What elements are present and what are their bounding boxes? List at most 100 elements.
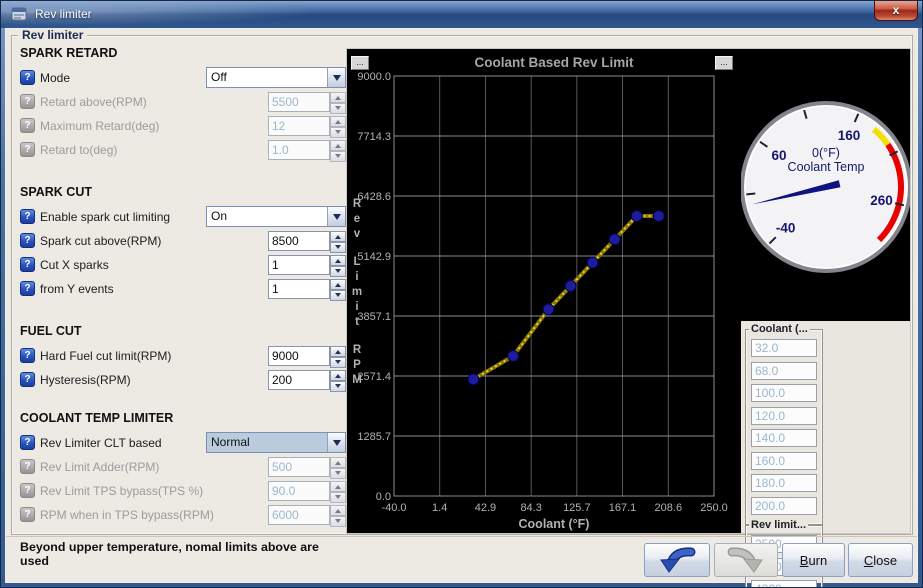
spinner-value[interactable]: 9000: [268, 346, 330, 366]
chart-point[interactable]: [653, 211, 664, 222]
hard-fuel-cut-spinner[interactable]: 9000: [268, 346, 346, 366]
spinner-down[interactable]: [330, 266, 346, 277]
chart-point[interactable]: [609, 234, 620, 245]
row-max-retard: Maximum Retard(deg) 12: [20, 114, 346, 137]
dropdown-arrow-icon[interactable]: [327, 433, 345, 452]
coolant-bin-cell[interactable]: 160.0: [751, 452, 817, 470]
help-icon[interactable]: [20, 70, 35, 85]
chart-point[interactable]: [587, 257, 598, 268]
spinner-down[interactable]: [330, 290, 346, 301]
burn-button[interactable]: Burn: [782, 543, 845, 577]
coolant-bin-cell[interactable]: 200.0: [751, 497, 817, 515]
chart-point[interactable]: [631, 211, 642, 222]
coolant-bin-cell[interactable]: 68.0: [751, 362, 817, 380]
tps-bypass-spinner[interactable]: 90.0: [268, 481, 346, 501]
title-bar[interactable]: Rev limiter x: [1, 1, 922, 28]
coolant-bin-cell[interactable]: 32.0: [751, 339, 817, 357]
from-y-events-spinner[interactable]: 1: [268, 279, 346, 299]
spinner-value[interactable]: 6000: [268, 505, 330, 525]
plot-frame: [394, 76, 714, 496]
spinner-value[interactable]: 200: [268, 370, 330, 390]
spinner-value[interactable]: 90.0: [268, 481, 330, 501]
spinner-up[interactable]: [330, 140, 346, 151]
spinner-down[interactable]: [330, 516, 346, 527]
close-button[interactable]: Close: [848, 543, 913, 577]
x-tick-label: 250.0: [700, 502, 728, 514]
help-icon[interactable]: [20, 233, 35, 248]
help-icon[interactable]: [20, 459, 35, 474]
help-icon[interactable]: [20, 372, 35, 387]
help-icon[interactable]: [20, 118, 35, 133]
spinner-value[interactable]: 5500: [268, 92, 330, 112]
spark-cut-above-spinner[interactable]: 8500: [268, 231, 346, 251]
spinner-down[interactable]: [330, 468, 346, 479]
y-axis-title-letter: v: [354, 228, 361, 240]
spinner-down[interactable]: [330, 492, 346, 503]
help-icon[interactable]: [20, 209, 35, 224]
spinner-up[interactable]: [330, 346, 346, 357]
help-icon[interactable]: [20, 435, 35, 450]
spinner-up[interactable]: [330, 481, 346, 492]
spinner-value[interactable]: 500: [268, 457, 330, 477]
spinner-value[interactable]: 1: [268, 255, 330, 275]
gauge-title: Coolant Temp: [788, 160, 865, 174]
help-icon[interactable]: [20, 142, 35, 157]
spinner-down[interactable]: [330, 103, 346, 114]
spinner-down[interactable]: [330, 381, 346, 392]
chart-point[interactable]: [565, 281, 576, 292]
clt-based-dropdown[interactable]: Normal: [206, 432, 346, 453]
spinner-up[interactable]: [330, 457, 346, 468]
coolant-bin-cell[interactable]: 140.0: [751, 429, 817, 447]
coolant-bin-cell[interactable]: 120.0: [751, 407, 817, 425]
spinner-up[interactable]: [330, 92, 346, 103]
dropdown-arrow-icon[interactable]: [327, 68, 345, 87]
redo-button[interactable]: [714, 543, 778, 577]
coolant-bin-cell[interactable]: 180.0: [751, 474, 817, 492]
spinner-value[interactable]: 12: [268, 116, 330, 136]
spinner-up[interactable]: [330, 370, 346, 381]
enable-spark-cut-dropdown[interactable]: On: [206, 206, 346, 227]
coolant-temp-gauge[interactable]: -40601602600(°F)Coolant Temp: [741, 49, 910, 321]
retard-above-spinner[interactable]: 5500: [268, 92, 346, 112]
spinner-down[interactable]: [330, 127, 346, 138]
spinner-down[interactable]: [330, 242, 346, 253]
coolant-bin-cell[interactable]: 100.0: [751, 384, 817, 402]
help-icon[interactable]: [20, 348, 35, 363]
max-retard-spinner[interactable]: 12: [268, 116, 346, 136]
chart-menu-button-left[interactable]: ...: [351, 56, 369, 70]
chart-point[interactable]: [543, 304, 554, 315]
help-icon[interactable]: [20, 483, 35, 498]
row-hard-fuel-cut: Hard Fuel cut limit(RPM) 9000: [20, 344, 346, 367]
spinner-up[interactable]: [330, 279, 346, 290]
cut-x-sparks-spinner[interactable]: 1: [268, 255, 346, 275]
spinner-value[interactable]: 1: [268, 279, 330, 299]
spinner-down[interactable]: [330, 151, 346, 162]
help-icon[interactable]: [20, 94, 35, 109]
spinner-value[interactable]: 1.0: [268, 140, 330, 160]
spinner-up[interactable]: [330, 505, 346, 516]
row-enable-spark-cut: Enable spark cut limiting On: [20, 205, 346, 228]
help-icon[interactable]: [20, 507, 35, 522]
field-label: Mode: [35, 71, 206, 85]
chart-point[interactable]: [468, 374, 479, 385]
spinner-down[interactable]: [330, 357, 346, 368]
chart-menu-button-right[interactable]: ...: [715, 56, 733, 70]
rpm-bypass-spinner[interactable]: 6000: [268, 505, 346, 525]
dropdown-arrow-icon[interactable]: [327, 207, 345, 226]
spinner-up[interactable]: [330, 231, 346, 242]
close-mnemonic: C: [864, 553, 873, 568]
retard-to-spinner[interactable]: 1.0: [268, 140, 346, 160]
spinner-value[interactable]: 8500: [268, 231, 330, 251]
undo-button[interactable]: [644, 543, 710, 577]
hysteresis-spinner[interactable]: 200: [268, 370, 346, 390]
close-window-button[interactable]: x: [874, 1, 918, 21]
mode-dropdown[interactable]: Off: [206, 67, 346, 88]
dropdown-value: Normal: [207, 433, 327, 452]
help-icon[interactable]: [20, 281, 35, 296]
field-label: Rev Limit Adder(RPM): [35, 460, 268, 474]
rev-limit-adder-spinner[interactable]: 500: [268, 457, 346, 477]
chart-point[interactable]: [508, 351, 519, 362]
spinner-up[interactable]: [330, 255, 346, 266]
spinner-up[interactable]: [330, 116, 346, 127]
help-icon[interactable]: [20, 257, 35, 272]
